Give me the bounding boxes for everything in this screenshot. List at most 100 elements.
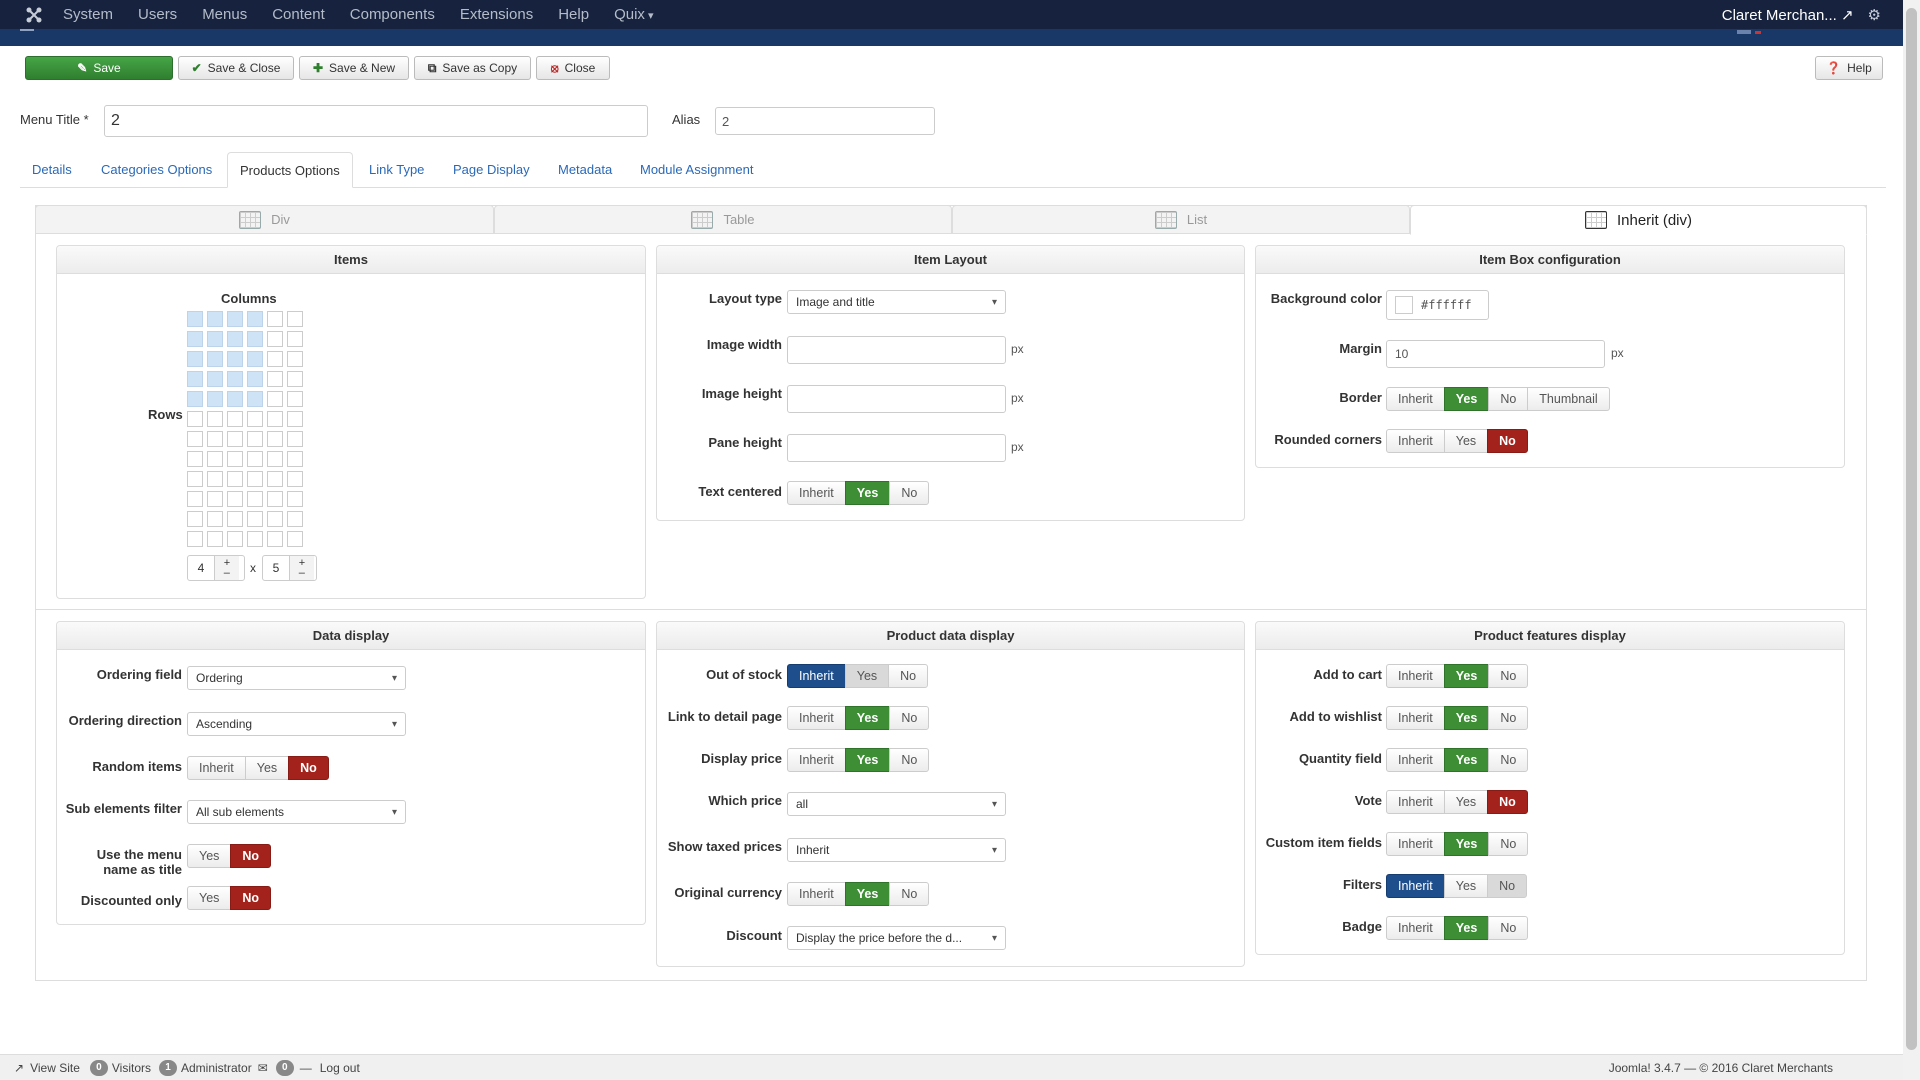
menu-help[interactable]: Help xyxy=(558,6,589,23)
quantity-yes[interactable]: Yes xyxy=(1443,748,1490,772)
grid-cell[interactable] xyxy=(287,371,303,387)
vote-inherit[interactable]: Inherit xyxy=(1386,790,1445,814)
grid-cell[interactable] xyxy=(227,451,243,467)
orig-currency-inherit[interactable]: Inherit xyxy=(787,882,846,906)
add-to-cart-yes[interactable]: Yes xyxy=(1443,664,1490,688)
grid-cell[interactable] xyxy=(287,311,303,327)
logout-link[interactable]: Log out xyxy=(320,1061,360,1075)
settings-gear-icon[interactable]: ⚙ xyxy=(1868,6,1881,24)
border-inherit[interactable]: Inherit xyxy=(1386,387,1445,411)
random-yes[interactable]: Yes xyxy=(244,756,290,780)
rows-stepper[interactable]: 4 + – xyxy=(187,555,245,581)
link-detail-no[interactable]: No xyxy=(889,706,930,730)
wishlist-no[interactable]: No xyxy=(1488,706,1529,730)
grid-cell[interactable] xyxy=(267,431,283,447)
wishlist-inherit[interactable]: Inherit xyxy=(1386,706,1445,730)
help-button[interactable]: ❓ Help xyxy=(1815,56,1883,80)
discounted-yes[interactable]: Yes xyxy=(187,886,232,910)
badge-yes[interactable]: Yes xyxy=(1443,916,1490,940)
grid-cell[interactable] xyxy=(247,411,263,427)
add-to-cart-inherit[interactable]: Inherit xyxy=(1386,664,1445,688)
grid-cell[interactable] xyxy=(207,351,223,367)
tab-page-display[interactable]: Page Display xyxy=(453,152,530,188)
grid-cell[interactable] xyxy=(287,451,303,467)
rounded-inherit[interactable]: Inherit xyxy=(1386,429,1445,453)
show-taxed-select[interactable]: Inherit xyxy=(787,838,1006,862)
layout-tab-list[interactable]: List xyxy=(952,205,1410,234)
orig-currency-no[interactable]: No xyxy=(889,882,930,906)
menu-content[interactable]: Content xyxy=(272,6,325,23)
menu-users[interactable]: Users xyxy=(138,6,177,23)
grid-cell[interactable] xyxy=(267,371,283,387)
grid-cell[interactable] xyxy=(227,311,243,327)
menu-menus[interactable]: Menus xyxy=(202,6,247,23)
add-to-cart-no[interactable]: No xyxy=(1488,664,1529,688)
pane-height-input[interactable] xyxy=(787,434,1006,462)
tab-metadata[interactable]: Metadata xyxy=(558,152,612,188)
use-menu-no[interactable]: No xyxy=(230,844,272,868)
rounded-yes[interactable]: Yes xyxy=(1443,429,1489,453)
grid-cell[interactable] xyxy=(247,351,263,367)
badge-inherit[interactable]: Inherit xyxy=(1386,916,1445,940)
orig-currency-yes[interactable]: Yes xyxy=(844,882,891,906)
quantity-inherit[interactable]: Inherit xyxy=(1386,748,1445,772)
grid-cell[interactable] xyxy=(187,351,203,367)
random-no[interactable]: No xyxy=(288,756,329,780)
grid-cell[interactable] xyxy=(247,531,263,547)
rounded-no[interactable]: No xyxy=(1487,429,1528,453)
random-inherit[interactable]: Inherit xyxy=(187,756,246,780)
grid-cell[interactable] xyxy=(287,491,303,507)
grid-cell[interactable] xyxy=(187,491,203,507)
vertical-scrollbar[interactable] xyxy=(1903,0,1920,1080)
border-thumbnail[interactable]: Thumbnail xyxy=(1527,387,1610,411)
text-centered-no[interactable]: No xyxy=(889,481,930,505)
out-of-stock-inherit[interactable]: Inherit xyxy=(787,664,846,688)
grid-cell[interactable] xyxy=(247,371,263,387)
custom-fields-inherit[interactable]: Inherit xyxy=(1386,832,1445,856)
link-detail-yes[interactable]: Yes xyxy=(844,706,891,730)
alias-input[interactable]: 2 xyxy=(715,107,935,135)
menu-extensions[interactable]: Extensions xyxy=(460,6,533,23)
grid-cell[interactable] xyxy=(247,431,263,447)
grid-cell[interactable] xyxy=(227,331,243,347)
grid-cell[interactable] xyxy=(187,431,203,447)
grid-cell[interactable] xyxy=(287,531,303,547)
image-height-input[interactable] xyxy=(787,385,1006,413)
grid-cell[interactable] xyxy=(227,371,243,387)
user-menu[interactable]: Claret Merchan... ↗ xyxy=(1722,6,1854,24)
grid-cell[interactable] xyxy=(227,351,243,367)
ordering-field-select[interactable]: Ordering xyxy=(187,666,406,690)
cols-plus-minus[interactable]: + – xyxy=(289,556,314,580)
save-new-button[interactable]: ✚ Save & New xyxy=(299,56,409,80)
grid-cell[interactable] xyxy=(207,331,223,347)
grid-cell[interactable] xyxy=(207,391,223,407)
grid-cell[interactable] xyxy=(267,451,283,467)
grid-cell[interactable] xyxy=(187,391,203,407)
grid-cell[interactable] xyxy=(187,311,203,327)
grid-cell[interactable] xyxy=(247,511,263,527)
which-price-select[interactable]: all xyxy=(787,792,1006,816)
grid-cell[interactable] xyxy=(267,311,283,327)
border-no[interactable]: No xyxy=(1488,387,1529,411)
grid-cell[interactable] xyxy=(187,411,203,427)
grid-cell[interactable] xyxy=(247,491,263,507)
grid-cell[interactable] xyxy=(287,331,303,347)
menu-components[interactable]: Components xyxy=(350,6,435,23)
grid-cell[interactable] xyxy=(247,451,263,467)
layout-tab-inherit[interactable]: Inherit (div) xyxy=(1410,205,1867,235)
grid-cell[interactable] xyxy=(267,331,283,347)
grid-cell[interactable] xyxy=(207,511,223,527)
link-detail-inherit[interactable]: Inherit xyxy=(787,706,846,730)
display-price-no[interactable]: No xyxy=(889,748,930,772)
vote-no[interactable]: No xyxy=(1487,790,1528,814)
layout-type-select[interactable]: Image and title xyxy=(787,290,1006,314)
ordering-direction-select[interactable]: Ascending xyxy=(187,712,406,736)
filters-no[interactable]: No xyxy=(1487,874,1528,898)
grid-cell[interactable] xyxy=(227,411,243,427)
grid-cell[interactable] xyxy=(267,511,283,527)
display-price-inherit[interactable]: Inherit xyxy=(787,748,846,772)
badge-no[interactable]: No xyxy=(1488,916,1529,940)
grid-cell[interactable] xyxy=(207,531,223,547)
text-centered-yes[interactable]: Yes xyxy=(844,481,891,505)
color-swatch[interactable] xyxy=(1395,296,1413,314)
